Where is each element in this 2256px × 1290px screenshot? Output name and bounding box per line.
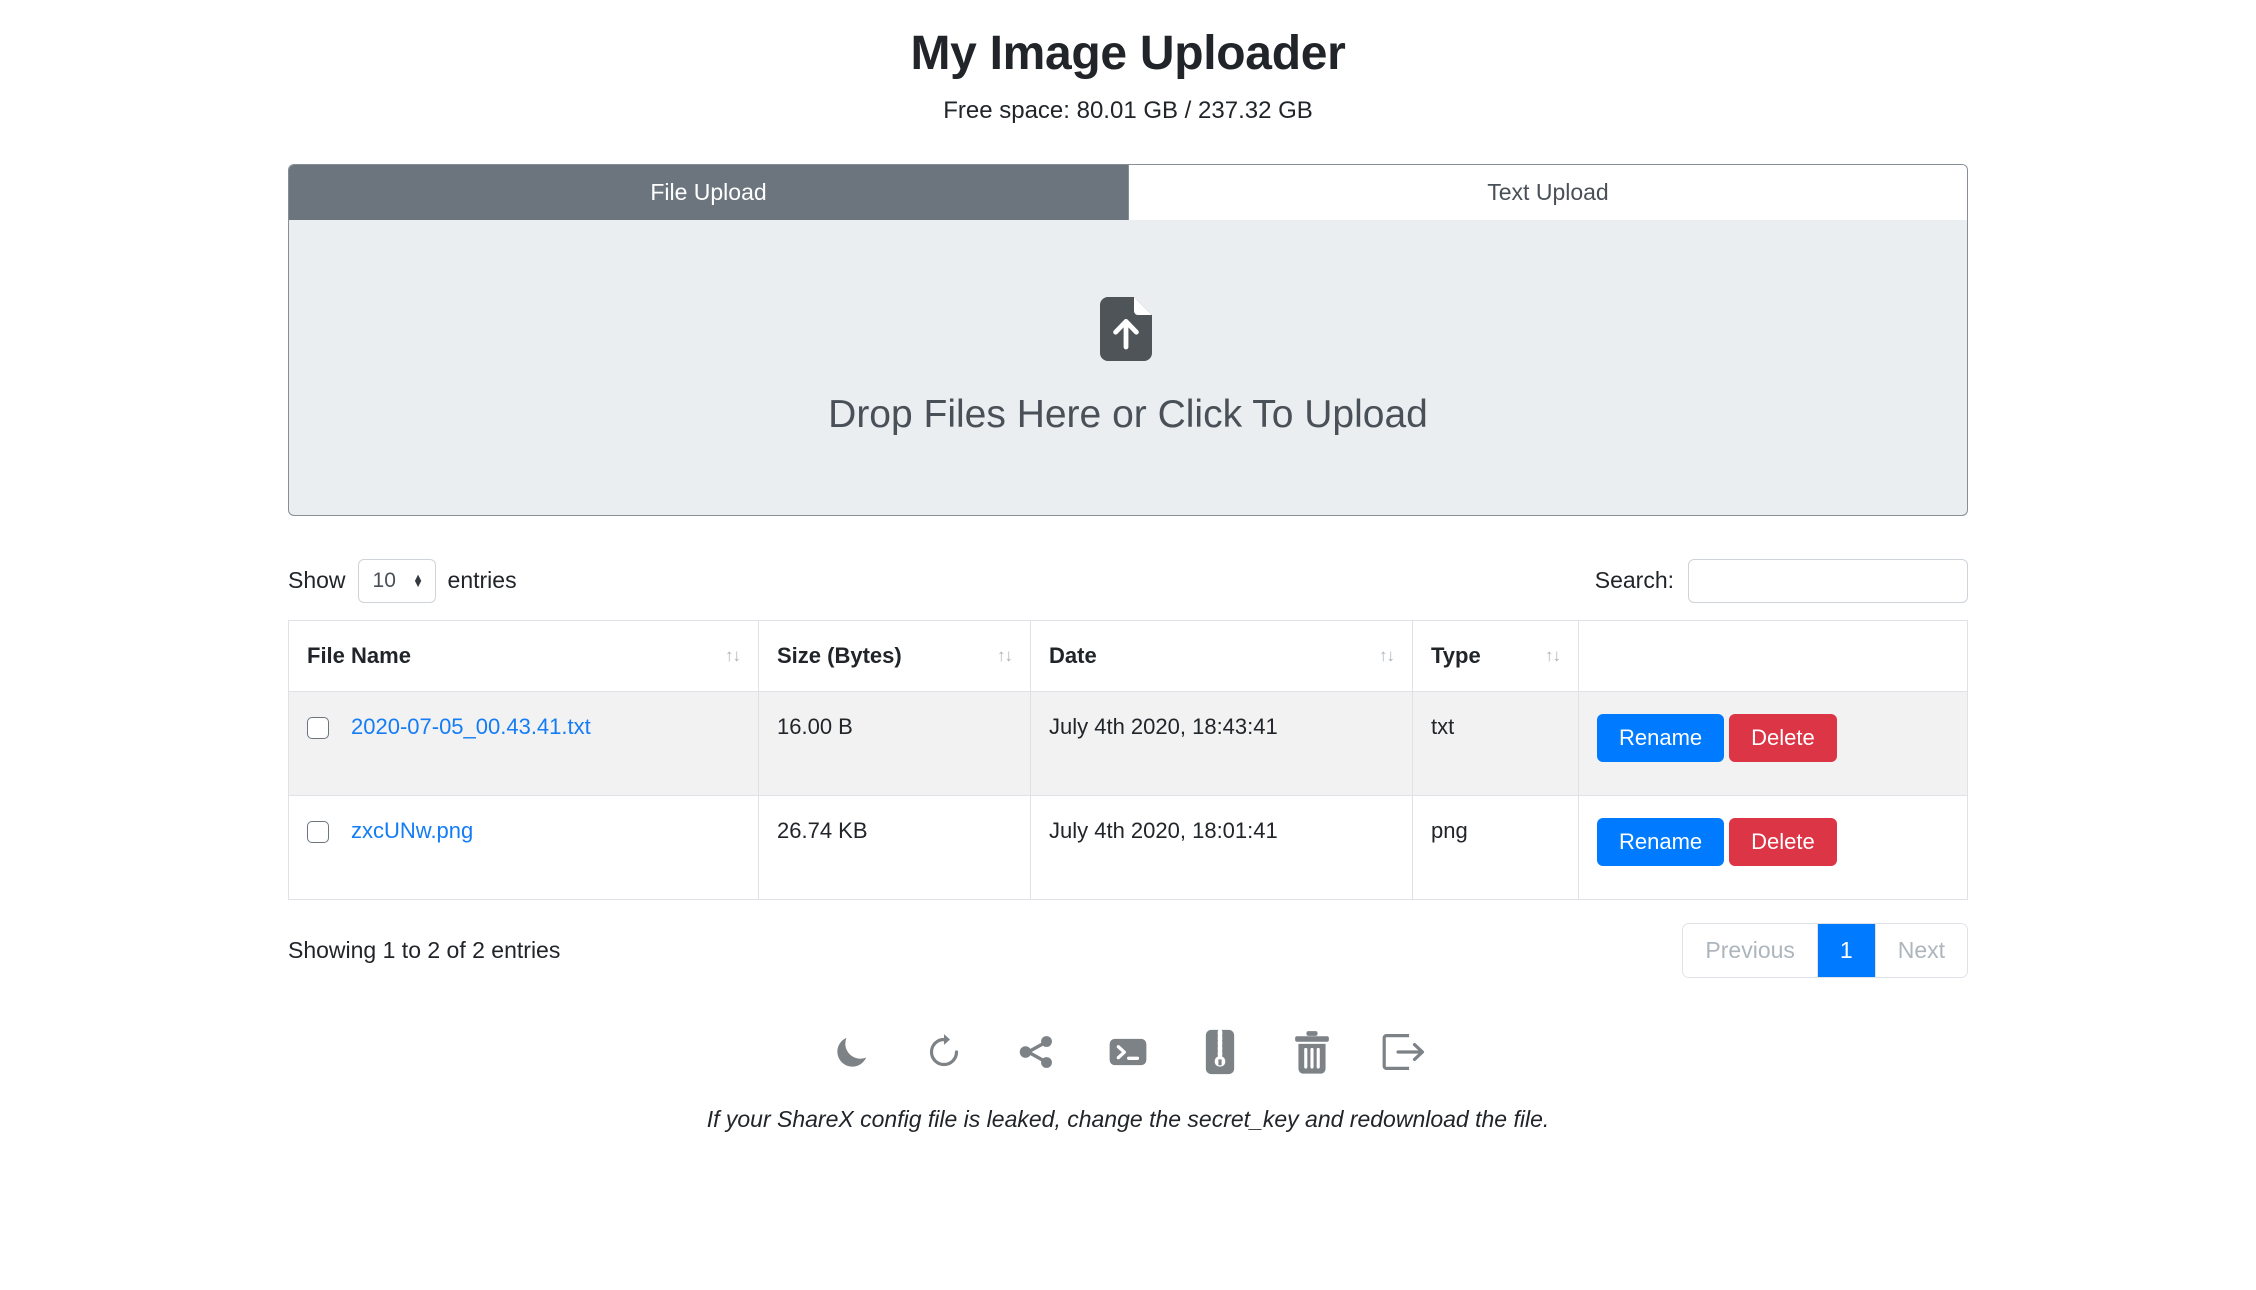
table-controls: Show 10 ▲ ▼ entries Search: [288,556,1968,606]
delete-button[interactable]: Delete [1729,713,1837,762]
cell-file-name: 2020-07-05_00.43.41.txt [288,690,759,796]
column-header-date[interactable]: Date ↑↓ [1030,619,1413,692]
table-footer: Showing 1 to 2 of 2 entries Previous 1 N… [288,922,1968,980]
page-header: My Image Uploader Free space: 80.01 GB /… [0,0,2256,126]
showing-entries-info: Showing 1 to 2 of 2 entries [288,937,561,964]
column-label: Type [1431,642,1481,668]
column-header-actions [1578,619,1968,692]
pagination-next[interactable]: Next [1875,924,1967,977]
cell-actions: Rename Delete [1578,794,1968,900]
zip-archive-icon[interactable] [1194,1026,1246,1078]
cell-date: July 4th 2020, 18:43:41 [1030,690,1413,796]
refresh-icon[interactable] [918,1026,970,1078]
column-label: Date [1049,642,1097,668]
column-label: Size (Bytes) [777,642,902,668]
row-select-checkbox[interactable] [307,820,329,843]
column-header-size[interactable]: Size (Bytes) ↑↓ [758,619,1031,692]
page-title: My Image Uploader [910,27,1346,80]
file-link[interactable]: 2020-07-05_00.43.41.txt [351,714,591,740]
files-table-head: File Name ↑↓ Size (Bytes) ↑↓ Date ↑↓ Typ… [288,619,1968,692]
rename-button[interactable]: Rename [1597,713,1725,762]
pagination-page-1[interactable]: 1 [1817,924,1876,977]
logout-icon[interactable] [1378,1026,1430,1078]
file-upload-icon [1100,297,1156,366]
terminal-icon[interactable] [1102,1026,1154,1078]
cell-size: 16.00 B [758,690,1031,796]
chevron-updown-icon: ▲ ▼ [412,571,424,590]
files-table-body: 2020-07-05_00.43.41.txt 16.00 B July 4th… [288,690,1968,900]
row-select-checkbox[interactable] [307,716,329,739]
cell-size: 26.74 KB [758,794,1031,900]
table-header-row: File Name ↑↓ Size (Bytes) ↑↓ Date ↑↓ Typ… [288,619,1968,692]
footer-note: If your ShareX config file is leaked, ch… [706,1105,1550,1132]
free-space-text: Free space: 80.01 GB / 237.32 GB [943,96,1313,124]
cell-type: txt [1412,690,1579,796]
rename-button[interactable]: Rename [1597,817,1725,866]
cell-type: png [1412,794,1579,900]
upload-panel: File Upload Text Upload Drop Files Here … [288,163,1968,516]
file-link[interactable]: zxcUNw.png [351,818,473,844]
table-row: zxcUNw.png 26.74 KB July 4th 2020, 18:01… [288,794,1968,900]
page-length-select[interactable]: 10 ▲ ▼ [357,558,436,603]
page-root: My Image Uploader Free space: 80.01 GB /… [0,0,2256,1290]
files-table: File Name ↑↓ Size (Bytes) ↑↓ Date ↑↓ Typ… [288,619,1968,900]
tab-file-upload[interactable]: File Upload [289,164,1128,220]
page-length-value: 10 [372,568,396,592]
page-length-control: Show 10 ▲ ▼ entries [288,558,517,603]
action-icon-bar [288,1026,1968,1078]
search-label: Search: [1594,567,1674,594]
main-container: File Upload Text Upload Drop Files Here … [288,163,1968,1133]
entries-label: entries [447,567,517,594]
dropzone-label: Drop Files Here or Click To Upload [828,393,1428,437]
show-label: Show [288,567,346,594]
sort-icon: ↑↓ [997,645,1013,665]
trash-icon[interactable] [1286,1026,1338,1078]
share-icon[interactable] [1010,1026,1062,1078]
column-header-type[interactable]: Type ↑↓ [1412,619,1579,692]
tab-text-upload[interactable]: Text Upload [1128,164,1967,220]
cell-file-name: zxcUNw.png [288,794,759,900]
sort-icon: ↑↓ [725,645,741,665]
search-input[interactable] [1688,558,1968,603]
upload-tabs: File Upload Text Upload [288,163,1968,220]
sort-icon: ↑↓ [1379,645,1395,665]
column-label: File Name [307,642,411,668]
cell-date: July 4th 2020, 18:01:41 [1030,794,1413,900]
pagination-previous[interactable]: Previous [1683,924,1818,977]
table-row: 2020-07-05_00.43.41.txt 16.00 B July 4th… [288,690,1968,796]
moon-icon[interactable] [826,1026,878,1078]
search-control: Search: [1594,558,1968,603]
sort-icon: ↑↓ [1545,645,1561,665]
column-header-file-name[interactable]: File Name ↑↓ [288,619,759,692]
delete-button[interactable]: Delete [1729,817,1837,866]
cell-actions: Rename Delete [1578,690,1968,796]
file-dropzone[interactable]: Drop Files Here or Click To Upload [288,219,1968,516]
pagination: Previous 1 Next [1682,923,1968,978]
